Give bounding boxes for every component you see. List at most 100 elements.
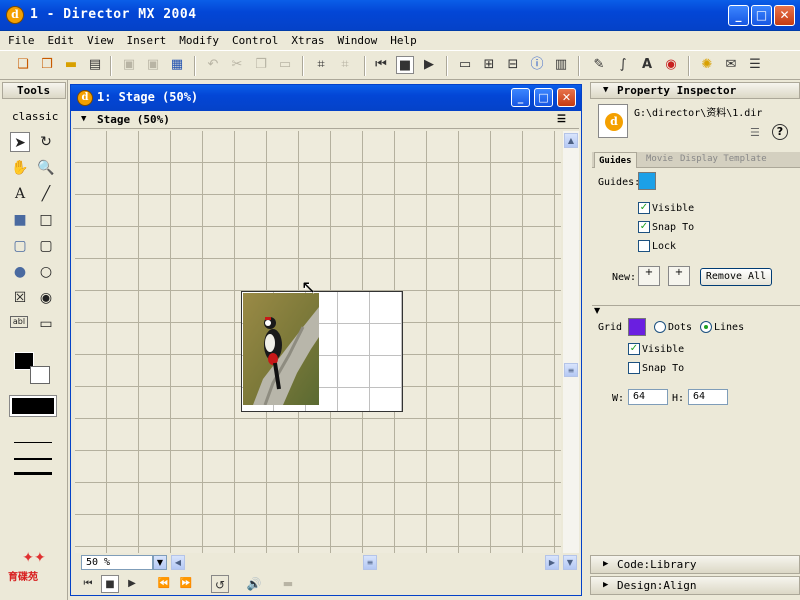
menu-control[interactable]: Control (224, 31, 283, 47)
guides-lock-checkbox[interactable] (638, 240, 650, 252)
grid-visible-checkbox[interactable]: ✓ (628, 343, 640, 355)
comment-icon[interactable]: ☰ (746, 56, 764, 74)
play-icon[interactable]: ▶ (123, 575, 141, 593)
zoom-field[interactable]: 50 % (81, 555, 153, 570)
background-color-swatch[interactable] (30, 366, 50, 384)
stage-minimize-button[interactable]: _ (511, 88, 530, 107)
text-tool-icon[interactable]: A (10, 184, 30, 204)
grid-dots-radio[interactable] (654, 321, 666, 333)
stage-area[interactable]: ↖ (75, 131, 561, 553)
help-icon[interactable]: ? (772, 124, 788, 140)
guides-snap-checkbox[interactable]: ✓ (638, 221, 650, 233)
scroll-down-button[interactable]: ▼ (563, 555, 577, 570)
code-library-panel[interactable]: ▶ Code:Library (590, 555, 800, 574)
menu-insert[interactable]: Insert (119, 31, 172, 47)
maximize-button[interactable]: □ (751, 5, 772, 26)
button-tool-icon[interactable]: ▭ (36, 314, 56, 334)
field-tool-icon[interactable]: abl (10, 316, 28, 328)
panel-options-icon[interactable]: ☰ (557, 111, 566, 128)
stop-icon[interactable]: ■ (101, 575, 119, 593)
copy-icon[interactable]: ❐ (252, 56, 270, 74)
new-cast-icon[interactable]: ❒ (38, 56, 56, 74)
expand-triangle-icon[interactable]: ▶ (603, 577, 608, 594)
menu-edit[interactable]: Edit (40, 31, 80, 47)
tab-movie[interactable]: Movie (646, 154, 673, 164)
rect-tool-icon[interactable]: □ (36, 210, 56, 230)
rewind-icon[interactable]: ⏮ (79, 575, 97, 593)
play-icon[interactable]: ▶ (420, 56, 438, 74)
tab-display-template[interactable]: Display Template (680, 154, 767, 164)
rewind-icon[interactable]: ⏮ (372, 56, 390, 74)
expand-triangle-icon[interactable]: ▶ (603, 556, 608, 573)
save-icon[interactable]: ▣ (120, 56, 138, 74)
stage-panel-header[interactable]: ▼ Stage (50%) ☰ (73, 111, 579, 129)
publish-icon[interactable]: ▦ (168, 56, 186, 74)
vector-icon[interactable]: ∫ (614, 56, 632, 74)
grid-snap-checkbox[interactable] (628, 362, 640, 374)
cut-icon[interactable]: ✂ (228, 56, 246, 74)
round-rect-tool-icon[interactable]: ▢ (36, 236, 56, 256)
undo-icon[interactable]: ↶ (204, 56, 222, 74)
radio-tool-icon[interactable]: ◉ (36, 288, 56, 308)
menu-window[interactable]: Window (329, 31, 382, 47)
library-icon[interactable]: ▥ (552, 56, 570, 74)
stage-window-icon[interactable]: ▭ (456, 56, 474, 74)
filled-ellipse-tool-icon[interactable]: ● (10, 262, 30, 282)
zoom-dropdown-icon[interactable]: ▼ (153, 555, 167, 570)
minimize-button[interactable]: _ (728, 5, 749, 26)
import-icon[interactable]: ▤ (86, 56, 104, 74)
stage-title-bar[interactable]: d 1: Stage (50%) _ □ ✕ (71, 85, 581, 111)
open-folder-icon[interactable]: ▬ (62, 56, 80, 74)
filled-rect-tool-icon[interactable]: ■ (10, 210, 30, 230)
save-all-icon[interactable]: ▣ (144, 56, 162, 74)
collapse-triangle-icon[interactable]: ▼ (603, 83, 608, 98)
line-width-thin[interactable] (14, 442, 52, 443)
vertical-scrollbar[interactable]: ▲ ≡ (563, 131, 579, 553)
tab-guides[interactable]: Guides (594, 152, 637, 168)
selected-frames-icon[interactable]: ▬ (279, 575, 297, 593)
line-tool-icon[interactable]: ╱ (36, 184, 56, 204)
scroll-left-button[interactable]: ◀ (171, 555, 185, 570)
vertical-scroll-thumb[interactable]: ≡ (564, 363, 578, 377)
exchange-cast-icon[interactable]: ⌗ (336, 56, 354, 74)
checkbox-tool-icon[interactable]: ☒ (10, 288, 30, 308)
stop-icon[interactable]: ■ (396, 56, 414, 74)
grid-width-field[interactable]: 64 (628, 389, 668, 405)
arrow-tool-icon[interactable]: ➤ (10, 132, 30, 152)
close-button[interactable]: ✕ (774, 5, 795, 26)
volume-icon[interactable]: 🔊 (245, 575, 263, 593)
zoom-tool-icon[interactable]: 🔍 (36, 158, 56, 178)
line-width-thick[interactable] (14, 472, 52, 475)
step-forward-icon[interactable]: ⏩ (177, 575, 195, 593)
filled-round-rect-tool-icon[interactable]: ▢ (10, 236, 30, 256)
new-vertical-guide-icon[interactable]: + (668, 266, 690, 286)
scroll-right-button[interactable]: ▶ (545, 555, 559, 570)
paste-icon[interactable]: ▭ (276, 56, 294, 74)
woodpecker-sprite[interactable] (243, 293, 319, 405)
find-cast-icon[interactable]: ⌗ (312, 56, 330, 74)
step-backward-icon[interactable]: ⏪ (155, 575, 173, 593)
menu-file[interactable]: File (0, 31, 40, 47)
info-icon[interactable]: ⓘ (528, 56, 546, 74)
pattern-swatch[interactable] (9, 395, 57, 417)
new-movie-icon[interactable]: ❑ (14, 56, 32, 74)
cast-window-icon[interactable]: ⊞ (480, 56, 498, 74)
stage-canvas[interactable] (241, 291, 403, 412)
tools-header[interactable]: Tools (2, 82, 66, 99)
hand-tool-icon[interactable]: ✋ (10, 158, 30, 178)
guides-color-swatch[interactable] (638, 172, 656, 190)
score-window-icon[interactable]: ⊟ (504, 56, 522, 74)
property-inspector-header[interactable]: ▼ Property Inspector (590, 82, 800, 99)
list-view-icon[interactable]: ☰ (750, 126, 760, 139)
design-align-panel[interactable]: ▶ Design:Align (590, 576, 800, 595)
stage-close-button[interactable]: ✕ (557, 88, 576, 107)
paint-icon[interactable]: ✎ (590, 56, 608, 74)
rotate-tool-icon[interactable]: ↻ (36, 132, 56, 152)
shockwave-3d-icon[interactable]: ◉ (662, 56, 680, 74)
collapse-triangle-icon[interactable]: ▼ (594, 306, 600, 315)
loop-icon[interactable]: ↺ (211, 575, 229, 593)
stage-maximize-button[interactable]: □ (534, 88, 553, 107)
menu-view[interactable]: View (79, 31, 119, 47)
ellipse-tool-icon[interactable]: ○ (36, 262, 56, 282)
new-horizontal-guide-icon[interactable]: + (638, 266, 660, 286)
